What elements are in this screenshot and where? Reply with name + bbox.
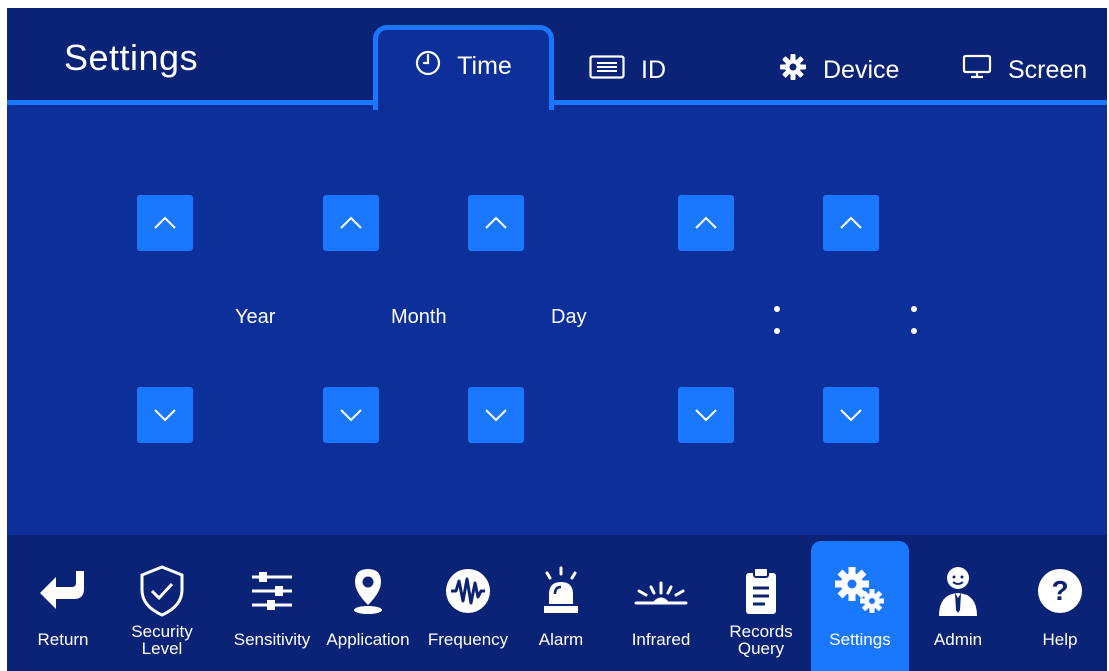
nav-label: Security Level [131,622,193,658]
chevron-up-icon [340,216,362,229]
nav-application[interactable]: Application [320,535,416,671]
clock-icon [415,50,441,83]
monitor-icon [962,54,992,87]
nav-label: Admin [933,630,983,649]
settings-screen: Settings Time ID Device Screen Year Mont… [7,8,1107,671]
nav-alarm[interactable]: Alarm [523,535,599,671]
page-title: Settings [64,37,199,78]
nav-label: Alarm [538,630,584,649]
header-bar: Settings Time ID Device Screen [7,8,1107,110]
month-label: Month [391,306,447,328]
alarm-siren-icon [533,563,589,619]
nav-security-level[interactable]: Security Level [124,535,200,671]
day-up-button[interactable] [468,195,524,251]
clipboard-icon [733,563,789,619]
nav-label: Settings [829,630,891,649]
nav-label: Frequency [427,630,509,649]
svg-text:?: ? [1051,575,1068,606]
nav-label: Application [326,630,410,649]
return-arrow-icon [35,563,91,619]
bottom-nav: Return Security Level Sensitivity Applic… [7,535,1107,671]
time-settings-panel: Year Month Day [7,105,1107,535]
hour-minute-separator [774,306,780,334]
minute-up-button[interactable] [823,195,879,251]
tab-device[interactable]: Device [779,52,899,88]
year-label: Year [235,306,276,328]
hour-up-button[interactable] [678,195,734,251]
chevron-down-icon [340,409,362,422]
nav-infrared[interactable]: Infrared [619,535,703,671]
sliders-icon [244,563,300,619]
help-icon: ? [1032,563,1088,619]
nav-return[interactable]: Return [27,535,99,671]
gear-icon [779,53,807,88]
admin-user-icon [930,563,986,619]
nav-frequency[interactable]: Frequency [418,535,518,671]
tab-device-label: Device [823,55,900,84]
chevron-down-icon [485,409,507,422]
nav-label: Records Query [729,622,793,658]
chevron-down-icon [695,409,717,422]
chevron-up-icon [485,216,507,229]
gears-icon [832,563,888,619]
tab-id[interactable]: ID [589,52,666,88]
shield-check-icon [134,563,190,619]
minute-second-separator [911,306,917,334]
nav-records-query[interactable]: Records Query [721,535,801,671]
chevron-up-icon [695,216,717,229]
tab-time[interactable]: Time [373,25,554,110]
chevron-up-icon [154,216,176,229]
nav-label: Return [37,630,89,649]
nav-admin[interactable]: Admin [920,535,996,671]
nav-label: Infrared [631,630,691,649]
location-pin-icon [340,563,396,619]
hour-down-button[interactable] [678,387,734,443]
tab-screen-label: Screen [1008,55,1088,84]
month-down-button[interactable] [323,387,379,443]
tab-screen[interactable]: Screen [962,52,1087,88]
chevron-up-icon [840,216,862,229]
infrared-icon [633,563,689,619]
tab-time-label: Time [457,51,512,80]
year-down-button[interactable] [137,387,193,443]
tab-id-label: ID [641,55,666,84]
nav-settings[interactable]: Settings [811,541,909,671]
nav-label: Help [1042,630,1078,649]
chevron-down-icon [154,409,176,422]
nav-help[interactable]: ? Help [1022,535,1098,671]
nav-sensitivity[interactable]: Sensitivity [222,535,322,671]
waveform-icon [440,563,496,619]
day-label: Day [551,306,587,328]
month-up-button[interactable] [323,195,379,251]
nav-label: Sensitivity [233,630,311,649]
chevron-down-icon [840,409,862,422]
year-up-button[interactable] [137,195,193,251]
day-down-button[interactable] [468,387,524,443]
minute-down-button[interactable] [823,387,879,443]
id-card-icon [589,54,625,86]
